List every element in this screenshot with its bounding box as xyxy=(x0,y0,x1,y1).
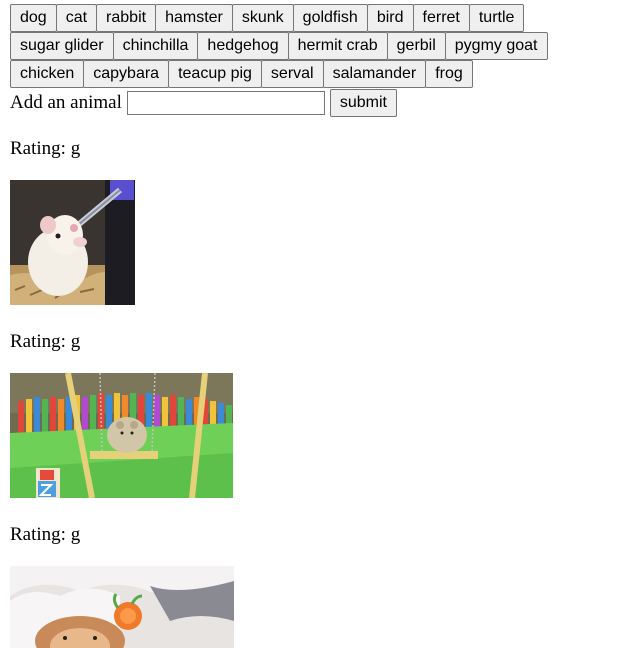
animal-button-hermit-crab[interactable]: hermit crab xyxy=(287,32,388,60)
animal-button-list: dog cat rabbit hamster skunk goldfish bird ferr… xyxy=(10,4,610,88)
animal-button-serval[interactable]: serval xyxy=(260,60,324,88)
hamster-drinking-image xyxy=(10,180,135,305)
animal-button-rabbit[interactable]: rabbit xyxy=(96,4,157,32)
animal-button-goldfish[interactable]: goldfish xyxy=(292,4,368,32)
page: dog cat rabbit hamster skunk goldfish bird ferr… xyxy=(0,0,618,648)
animal-button-gerbil[interactable]: gerbil xyxy=(386,32,446,60)
hamster-blanket-image xyxy=(10,566,234,648)
animal-button-hedgehog[interactable]: hedgehog xyxy=(197,32,289,60)
gif-image[interactable] xyxy=(10,566,234,648)
animal-button-hamster[interactable]: hamster xyxy=(155,4,233,32)
animal-button-capybara[interactable]: capybara xyxy=(83,60,170,88)
animal-button-pygmy-goat[interactable]: pygmy goat xyxy=(444,32,548,60)
hamster-swing-image xyxy=(10,373,233,498)
gif-result: Rating: g xyxy=(10,138,608,305)
gif-result: Rating: g xyxy=(10,331,608,498)
gif-image[interactable] xyxy=(10,180,135,305)
animal-button-cat[interactable]: cat xyxy=(55,4,98,32)
submit-button[interactable]: submit xyxy=(329,89,397,117)
rating-label: Rating: g xyxy=(10,524,81,545)
animal-button-bird[interactable]: bird xyxy=(366,4,414,32)
animal-button-dog[interactable]: dog xyxy=(10,4,57,32)
animal-button-teacup-pig[interactable]: teacup pig xyxy=(168,60,262,88)
animal-button-ferret[interactable]: ferret xyxy=(412,4,470,32)
animal-button-chicken[interactable]: chicken xyxy=(10,60,85,88)
add-animal-input[interactable] xyxy=(126,91,325,115)
animal-button-frog[interactable]: frog xyxy=(425,60,473,88)
add-animal-form: Add an animal submit xyxy=(10,88,608,118)
gif-result: Rating: g xyxy=(10,524,608,648)
animal-button-skunk[interactable]: skunk xyxy=(231,4,294,32)
animal-button-sugar-glider[interactable]: sugar glider xyxy=(10,32,114,60)
animal-button-salamander[interactable]: salamander xyxy=(322,60,427,88)
add-animal-label: Add an animal xyxy=(10,92,122,113)
gif-image[interactable] xyxy=(10,373,233,498)
animal-button-turtle[interactable]: turtle xyxy=(468,4,525,32)
rating-label: Rating: g xyxy=(10,331,81,352)
rating-label: Rating: g xyxy=(10,138,81,159)
animal-button-chinchilla[interactable]: chinchilla xyxy=(112,32,199,60)
